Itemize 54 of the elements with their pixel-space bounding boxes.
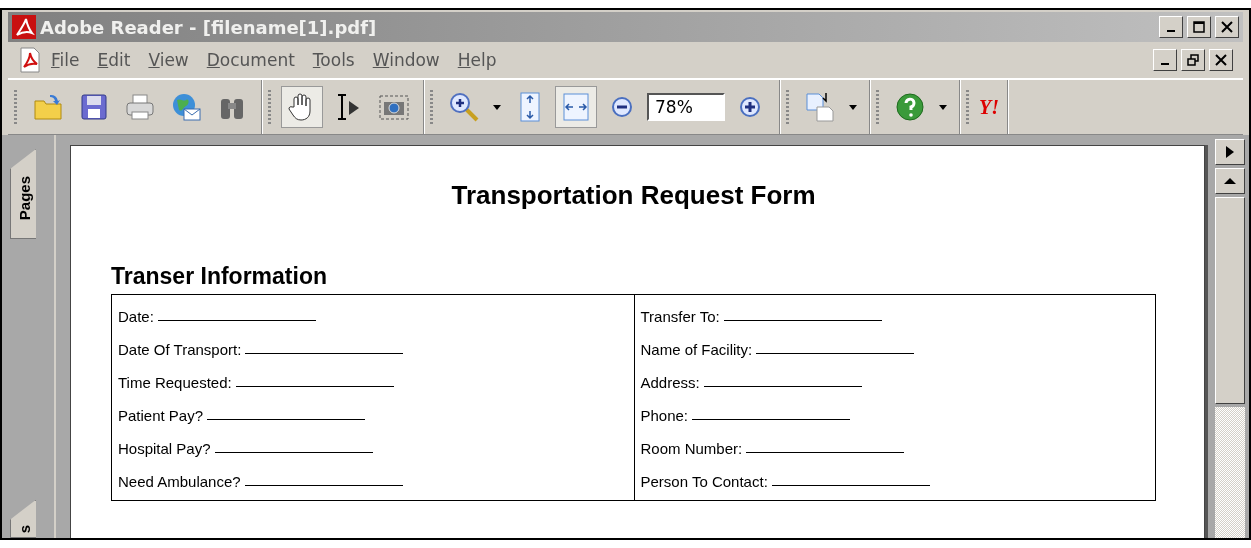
scroll-up-button[interactable] <box>1215 168 1245 194</box>
close-button[interactable] <box>1209 49 1233 71</box>
field-label: Address: <box>640 374 700 391</box>
menu-item[interactable]: File <box>42 50 89 70</box>
form-title: Transportation Request Form <box>450 180 817 211</box>
field-label: Person To Contact: <box>640 473 768 490</box>
close-button[interactable] <box>1215 16 1239 38</box>
right-arrow-icon <box>1225 145 1235 159</box>
menu-item[interactable]: Help <box>448 50 506 70</box>
field-label: Date: <box>118 308 154 325</box>
menu-item[interactable]: Edit <box>88 50 140 70</box>
close-icon <box>1221 21 1233 33</box>
menu-item[interactable]: View <box>139 50 198 70</box>
fit-width-icon <box>560 91 592 123</box>
field-label: Patient Pay? <box>118 407 204 424</box>
minimize-button[interactable] <box>1159 16 1183 38</box>
window-title: Adobe Reader - [filename[1].pdf] <box>40 16 378 38</box>
maximize-button[interactable] <box>1187 16 1211 38</box>
field-label: Time Requested: <box>118 374 232 391</box>
restore-button[interactable] <box>1181 49 1205 71</box>
globe-envelope-icon <box>170 91 202 123</box>
field-label: Hospital Pay? <box>118 440 211 457</box>
up-arrow-icon <box>1224 177 1236 185</box>
pdf-document-icon <box>18 47 42 73</box>
field-label: Transfer To: <box>640 308 720 325</box>
field-label: Date Of Transport: <box>118 341 242 358</box>
app-logo-icon <box>12 15 36 39</box>
section-heading: Transer Information <box>111 263 328 290</box>
scroll-track[interactable] <box>1215 407 1245 538</box>
expand-button[interactable] <box>1215 139 1245 165</box>
printer-icon <box>124 91 156 123</box>
maximize-icon <box>1193 21 1205 33</box>
minimize-icon <box>1161 63 1169 65</box>
close-icon <box>1215 54 1227 66</box>
menu-item[interactable]: Tools <box>303 50 364 70</box>
field-label: Name of Facility: <box>640 341 753 358</box>
help-icon <box>894 91 926 123</box>
restore-icon <box>1187 54 1199 66</box>
minimize-button[interactable] <box>1153 49 1177 71</box>
menu-item[interactable]: Document <box>197 50 304 70</box>
hand-button[interactable] <box>281 86 323 128</box>
pages-icon <box>804 91 836 123</box>
magnifier-plus-icon <box>448 91 480 123</box>
pages-tab[interactable]: Pages <box>10 149 37 240</box>
minimize-icon <box>1167 30 1175 32</box>
field-label: Need Ambulance? <box>118 473 241 490</box>
field-label: Phone: <box>640 407 689 424</box>
fitwidth-button[interactable] <box>555 86 597 128</box>
scroll-thumb[interactable] <box>1215 197 1245 404</box>
zoom-field[interactable]: 78% <box>647 93 725 121</box>
toolbar-logo[interactable]: Y! <box>979 95 999 119</box>
menu-item[interactable]: Window <box>363 50 449 70</box>
field-label: Room Number: <box>640 440 743 457</box>
side-tab[interactable]: s <box>10 499 37 538</box>
